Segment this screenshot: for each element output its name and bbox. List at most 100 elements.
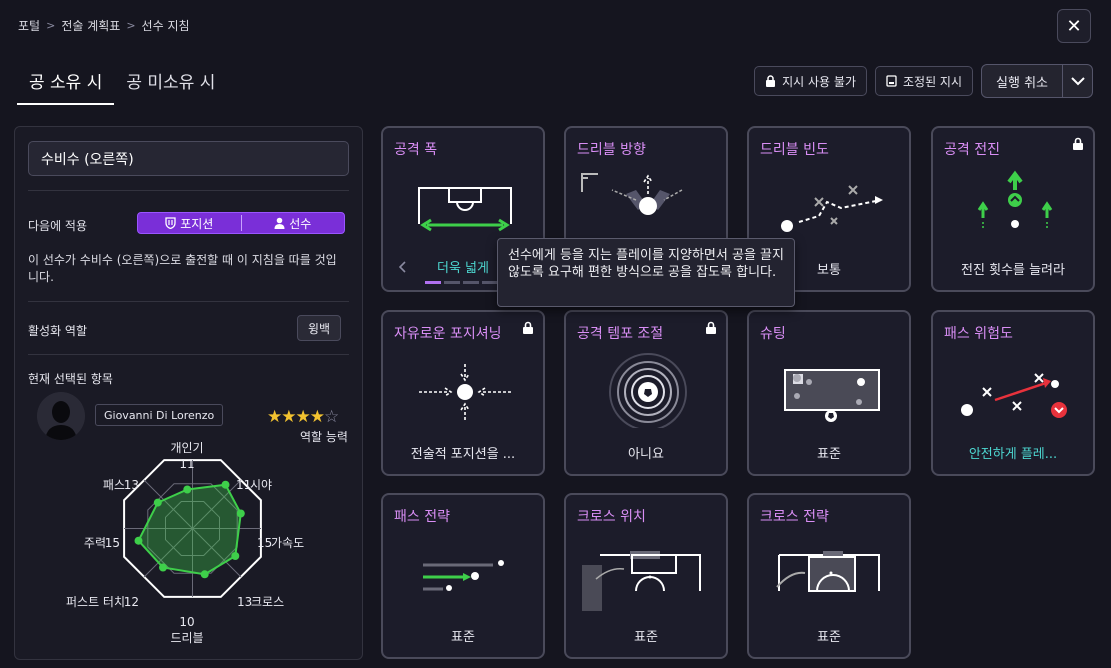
- card-title: 패스 위험도: [944, 326, 1013, 342]
- radar-point: [183, 485, 192, 494]
- apply-position-button[interactable]: 포지션: [138, 215, 241, 232]
- radar-value: 10: [179, 615, 194, 629]
- card-title: 크로스 전략: [760, 509, 829, 525]
- card-title: 공격 폭: [394, 142, 438, 158]
- instruction-tooltip: 선수에게 등을 지는 플레이를 지양하면서 공을 끌지 않도록 요구해 편한 방…: [497, 238, 795, 307]
- lock-icon: [523, 321, 533, 334]
- player-panel: 수비수 (오른쪽) 다음에 적용 포지션 선수 이 선수가 수비수 (오른쪽)으…: [14, 126, 363, 660]
- radar-point: [221, 480, 230, 489]
- chevron-left-icon[interactable]: [399, 261, 407, 273]
- undo-dropdown-button[interactable]: [1062, 65, 1092, 97]
- shield-icon: [165, 217, 176, 229]
- tab-out-of-possession[interactable]: 공 미소유 시: [114, 62, 227, 105]
- active-role-label: 활성화 역할: [28, 324, 88, 338]
- apply-toggle: 포지션 선수: [137, 212, 345, 234]
- dribble-frequency-icon: [781, 185, 883, 232]
- role-description: 이 선수가 수비수 (오른쪽)으로 출전할 때 이 지침을 따를 것입니다.: [28, 253, 337, 284]
- attribute-radar: 개인기 11 11 시야 15 가속도 13 크로스 10 드리블 퍼스트 터치…: [66, 441, 304, 645]
- radar-label: 가속도: [271, 536, 304, 550]
- forward-runs-icon: [977, 170, 1053, 230]
- breadcrumb-portal[interactable]: 포털: [18, 17, 40, 34]
- card-title: 공격 전진: [944, 142, 1000, 158]
- lock-icon: [766, 75, 776, 87]
- card-pass-strategy[interactable]: 패스 전략 표준: [381, 493, 545, 659]
- star-icon: ★: [281, 407, 296, 427]
- pass-strategy-icon: [423, 560, 504, 591]
- card-title: 크로스 위치: [577, 509, 646, 525]
- card-cross-position[interactable]: 크로스 위치 표준: [564, 493, 728, 659]
- cross-position-icon: [582, 551, 701, 611]
- radar-label: 퍼스트 터치: [66, 595, 125, 609]
- adjusted-icon: [886, 75, 897, 87]
- radar-point: [231, 552, 240, 560]
- person-icon: [274, 217, 285, 229]
- radar-value: 15: [105, 536, 120, 550]
- role-rating-stars: ★★★★☆: [267, 407, 339, 427]
- player-name[interactable]: Giovanni Di Lorenzo: [95, 404, 224, 426]
- chevron-right-icon: >: [46, 19, 56, 32]
- adjusted-label: 조정된 지시: [903, 74, 963, 89]
- card-value: 아니요: [628, 447, 664, 462]
- tempo-icon: [609, 353, 687, 428]
- radar-point: [159, 563, 167, 572]
- card-title: 자유로운 포지셔닝: [394, 326, 502, 342]
- card-shooting[interactable]: 슈팅 표준: [747, 310, 911, 476]
- card-pass-risk[interactable]: 패스 위험도 안전하게 플레...: [931, 310, 1095, 476]
- card-title: 드리블 빈도: [760, 142, 829, 158]
- undo-split-button: 실행 취소: [981, 64, 1093, 98]
- close-button[interactable]: ✕: [1057, 9, 1091, 43]
- card-title: 공격 템포 조절: [577, 326, 664, 342]
- radar-value: 11: [179, 457, 194, 471]
- card-title: 드리블 방향: [577, 142, 646, 158]
- radar-value: 13: [124, 478, 139, 492]
- card-value: 표준: [817, 630, 841, 645]
- card-title: 슈팅: [760, 326, 786, 342]
- dribble-direction-icon: [581, 173, 683, 215]
- breadcrumb: 포털 > 전술 계획표 > 선수 지침: [18, 17, 190, 34]
- selected-label: 현재 선택된 항목: [28, 372, 113, 386]
- positioning-icon: [419, 364, 511, 420]
- card-value: 표준: [451, 630, 475, 645]
- chevron-down-icon: [1070, 76, 1085, 85]
- half-star-icon: ★: [309, 407, 325, 427]
- close-icon: ✕: [1066, 15, 1082, 37]
- shooting-icon: [784, 369, 880, 422]
- role-select[interactable]: 수비수 (오른쪽): [28, 141, 349, 176]
- apply-label: 다음에 적용: [28, 219, 88, 233]
- breadcrumb-tactics[interactable]: 전술 계획표: [61, 17, 120, 34]
- radar-label: 주력: [84, 536, 106, 550]
- card-value: 전술적 포지션을 ...: [410, 447, 516, 462]
- cross-strategy-icon: [776, 551, 880, 592]
- divider: [28, 354, 349, 355]
- tab-bar: 공 소유 시 공 미소유 시: [17, 62, 227, 105]
- card-value: 표준: [817, 447, 841, 462]
- radar-point: [200, 570, 209, 579]
- tab-in-possession[interactable]: 공 소유 시: [17, 62, 115, 105]
- radar-value: 13: [237, 595, 252, 609]
- card-value: 안전하게 플레...: [968, 447, 1058, 462]
- card-tempo-control[interactable]: 공격 템포 조절 아니요: [564, 310, 728, 476]
- radar-point: [153, 498, 162, 507]
- radar-point: [134, 536, 143, 545]
- adjusted-instructions-button[interactable]: 조정된 지시: [875, 66, 974, 96]
- divider: [28, 301, 349, 302]
- lock-icon: [706, 321, 716, 334]
- radar-label: 크로스: [251, 595, 284, 609]
- card-value: 전진 횟수를 늘려라: [961, 263, 1065, 278]
- card-title: 패스 전략: [394, 509, 450, 525]
- card-cross-strategy[interactable]: 크로스 전략 표준: [747, 493, 911, 659]
- radar-label: 개인기: [170, 441, 203, 455]
- radar-label: 시야: [250, 478, 272, 492]
- card-free-positioning[interactable]: 자유로운 포지셔닝 전술적 포지션을 ...: [381, 310, 545, 476]
- lock-icon: [1073, 137, 1083, 150]
- radar-label: 패스: [103, 478, 125, 492]
- top-actions: 지시 사용 불가 조정된 지시 실행 취소: [754, 64, 1093, 98]
- card-attack-forward[interactable]: 공격 전진 전진 횟수를 늘려라: [931, 126, 1095, 292]
- undo-button[interactable]: 실행 취소: [982, 65, 1062, 97]
- divider: [28, 190, 349, 191]
- pitch-width-icon: [418, 187, 512, 232]
- active-role-badge[interactable]: 윙백: [297, 315, 342, 341]
- unavailable-instructions-button[interactable]: 지시 사용 불가: [754, 66, 867, 96]
- radar-point: [236, 509, 245, 518]
- apply-player-button[interactable]: 선수: [242, 215, 345, 232]
